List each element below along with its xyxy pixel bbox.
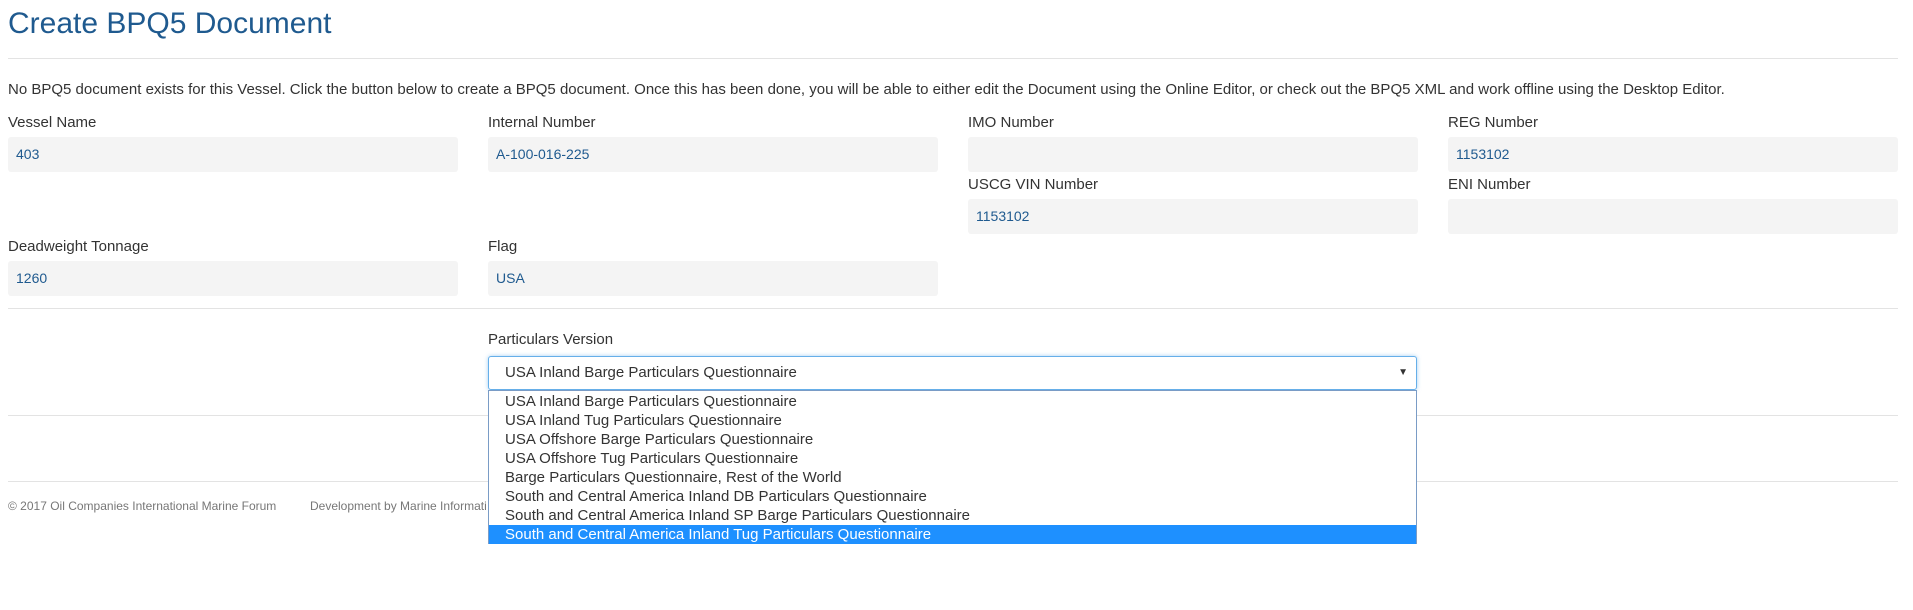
uscg-vin-number-label: USCG VIN Number [968, 176, 1099, 193]
triangle-down-icon[interactable]: ▼ [1398, 357, 1408, 389]
dropdown-option[interactable]: USA Offshore Barge Particulars Questionn… [489, 430, 1416, 449]
vessel-name-field: 403 [8, 137, 458, 172]
dropdown-option[interactable]: South and Central America Inland SP Barg… [489, 506, 1416, 525]
particulars-version-select[interactable]: USA Inland Barge Particulars Questionnai… [488, 356, 1417, 390]
intro-text: No BPQ5 document exists for this Vessel.… [8, 81, 1725, 98]
imo-number-label: IMO Number [968, 114, 1054, 131]
internal-number-label: Internal Number [488, 114, 596, 131]
deadweight-tonnage-field: 1260 [8, 261, 458, 296]
footer-copyright: © 2017 Oil Companies International Marin… [8, 499, 277, 513]
dropdown-option[interactable]: USA Offshore Tug Particulars Questionnai… [489, 449, 1416, 468]
reg-number-label: REG Number [1448, 114, 1539, 131]
particulars-version-label: Particulars Version [488, 331, 614, 348]
eni-number-label: ENI Number [1448, 176, 1531, 193]
reg-number-field: 1153102 [1448, 137, 1898, 172]
particulars-version-selected: USA Inland Barge Particulars Questionnai… [505, 364, 797, 381]
imo-number-field [968, 137, 1418, 172]
deadweight-tonnage-label: Deadweight Tonnage [8, 238, 149, 255]
dropdown-option[interactable]: USA Inland Tug Particulars Questionnaire [489, 411, 1416, 430]
flag-label: Flag [488, 238, 518, 255]
vessel-name-label: Vessel Name [8, 114, 97, 131]
page: Create BPQ5 Document No BPQ5 document ex… [0, 0, 1913, 610]
dropdown-option[interactable]: USA Inland Barge Particulars Questionnai… [489, 392, 1416, 411]
particulars-version-dropdown: USA Inland Barge Particulars Questionnai… [488, 390, 1417, 544]
internal-number-field: A-100-016-225 [488, 137, 938, 172]
title-divider [8, 58, 1898, 59]
page-title: Create BPQ5 Document [8, 7, 332, 40]
uscg-vin-number-field: 1153102 [968, 199, 1418, 234]
dropdown-option-highlighted[interactable]: South and Central America Inland Tug Par… [489, 525, 1416, 544]
fields-divider [8, 308, 1898, 309]
eni-number-field [1448, 199, 1898, 234]
flag-field: USA [488, 261, 938, 296]
dropdown-option[interactable]: Barge Particulars Questionnaire, Rest of… [489, 468, 1416, 487]
footer-development: Development by Marine Informati [310, 499, 487, 513]
dropdown-option[interactable]: South and Central America Inland DB Part… [489, 487, 1416, 506]
